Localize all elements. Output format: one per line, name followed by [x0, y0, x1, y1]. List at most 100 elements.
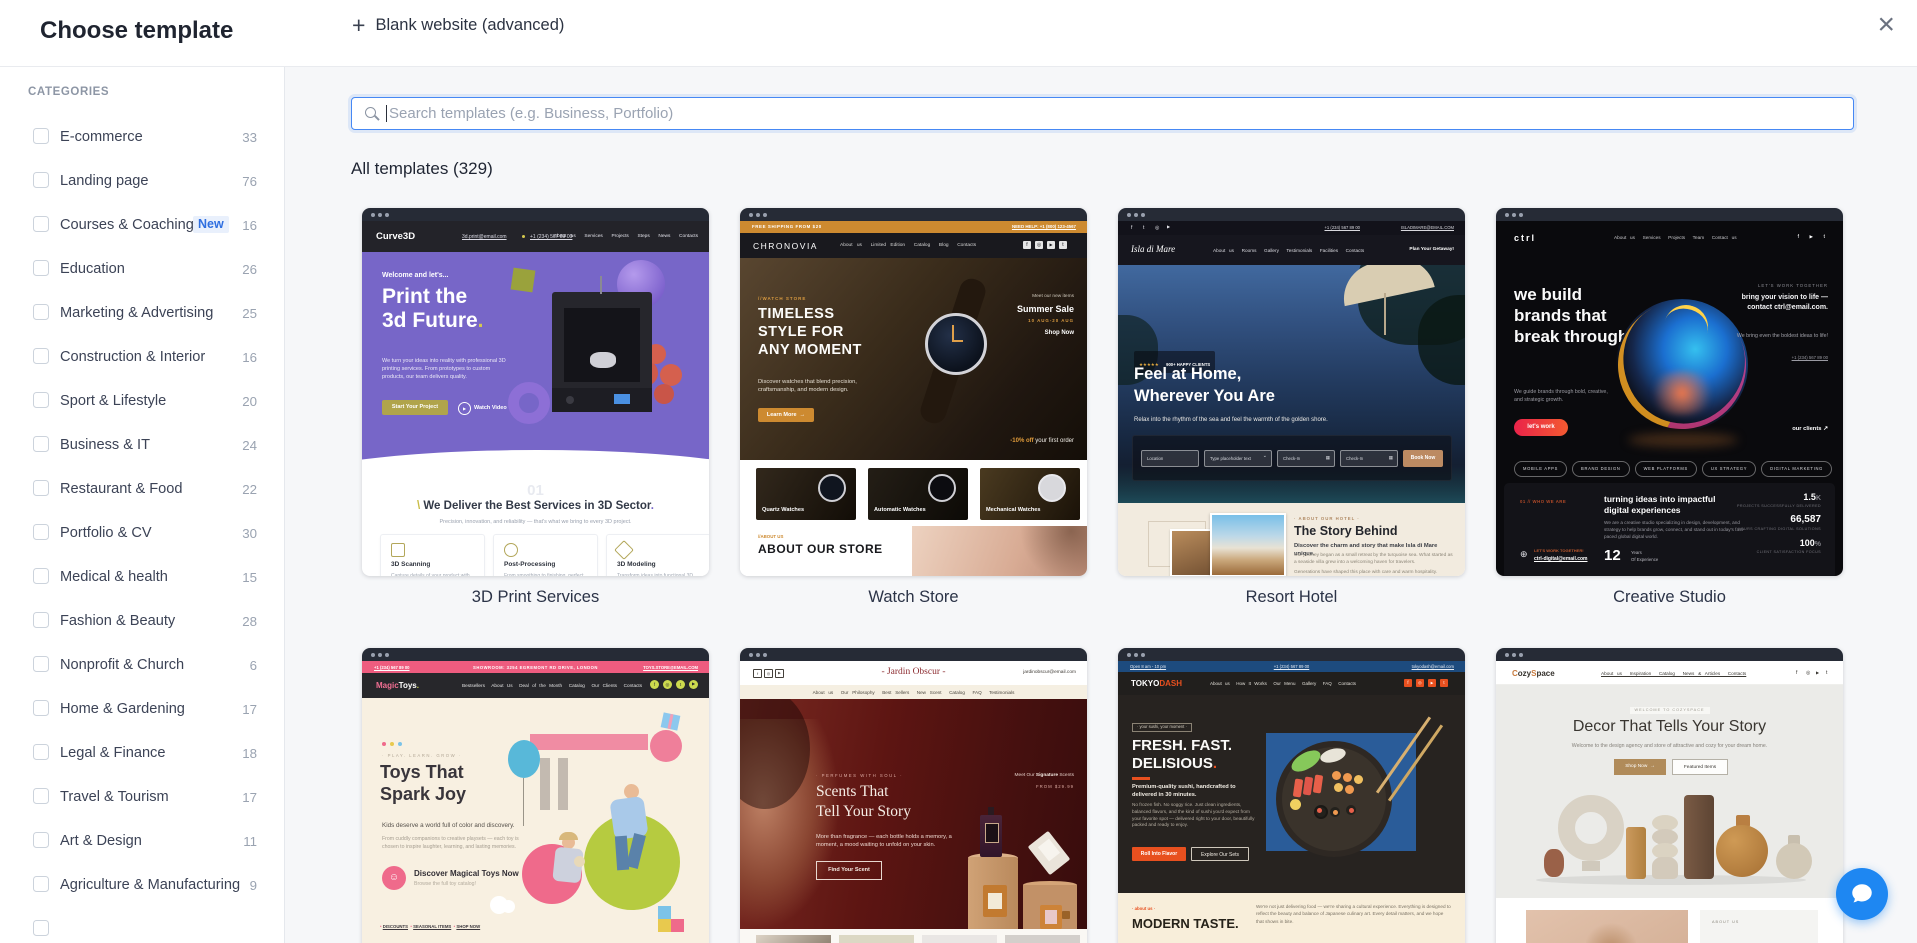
template-card-magictoys[interactable]: +1 (234) 567 89 00 SHOWROOM: 3254 EGREMO… — [362, 648, 709, 943]
categories-heading: CATEGORIES — [28, 86, 109, 100]
product-tile: Mechanical Watches — [980, 468, 1080, 520]
sidebar-item-fashion-beauty[interactable]: Fashion & Beauty28 — [0, 612, 284, 632]
about-kicker: //ABOUT US — [758, 534, 783, 539]
sidebar-item-education[interactable]: Education26 — [0, 260, 284, 280]
twitter-icon: t — [1826, 670, 1827, 676]
blank-website-button[interactable]: + Blank website (advanced) — [352, 14, 564, 37]
section-heading: \ We Deliver the Best Services in 3D Sec… — [362, 500, 709, 514]
browser-chrome — [740, 208, 1087, 221]
site-nav: About us Rooms Gallery Testimonials Faci… — [1213, 248, 1364, 254]
checkbox[interactable] — [33, 128, 49, 144]
site-header: TOKYODASH About us How It Works Our Menu… — [1118, 672, 1465, 695]
checkbox[interactable] — [33, 304, 49, 320]
close-icon[interactable]: × — [1877, 10, 1895, 40]
category-label: Fashion & Beauty — [60, 613, 175, 629]
site-logo: Curve3D — [376, 231, 415, 242]
facebook-icon: f — [1023, 241, 1031, 249]
template-card-tokyodash[interactable]: Open 8 am - 10 pm +1 (234) 567 89 00 tok… — [1118, 648, 1465, 943]
site-nav-strip: About us Our Philosophy Best Sellers New… — [740, 685, 1087, 699]
sidebar-item-nonprofit-church[interactable]: Nonprofit & Church6 — [0, 656, 284, 676]
years-label2: Of Experience — [1631, 557, 1658, 562]
sidebar-item-marketing-advertising[interactable]: Marketing & Advertising25 — [0, 304, 284, 324]
checkbox[interactable] — [33, 744, 49, 760]
template-card-cozyspace[interactable]: CozySpace About us Inspiration Catalog N… — [1496, 648, 1843, 943]
page-title: Choose template — [40, 17, 233, 46]
checkbox[interactable] — [33, 876, 49, 892]
hero-heading-line1: Toys That — [380, 762, 464, 784]
sidebar-item-ecommerce[interactable]: E-commerce33 — [0, 128, 284, 148]
checkbox[interactable] — [33, 656, 49, 672]
choose-template-dialog: Choose template + Blank website (advance… — [0, 0, 1917, 943]
category-label: Restaurant & Food — [60, 481, 183, 497]
checkbox[interactable] — [33, 612, 49, 628]
checkbox[interactable] — [33, 524, 49, 540]
sidebar-item-agriculture-manufacturing[interactable]: Agriculture & Manufacturing9 — [0, 876, 284, 896]
stat-2-value: 66,587 — [1790, 514, 1821, 526]
years-value: 12 — [1604, 547, 1621, 565]
sidebar-item-business-it[interactable]: Business & IT24 — [0, 436, 284, 456]
hero-body: More than fragrance — each bottle holds … — [816, 833, 958, 850]
hero-heading-line1: we build — [1514, 285, 1582, 305]
catalog-sub-label: Browse the full toy catalog! — [414, 881, 476, 887]
youtube-icon: ▶ — [1816, 670, 1819, 675]
hero-heading-line3: ANY MOMENT — [758, 342, 862, 359]
category-count: 18 — [242, 746, 257, 761]
discover-toys-label: Discover Magical Toys Now — [414, 869, 519, 879]
template-card-3d-print-services[interactable]: Curve3D 3d.print@email.com +1 (234) 567 … — [362, 208, 709, 576]
site-header: Isla di Mare About us Rooms Gallery Test… — [1118, 235, 1465, 265]
instagram-icon: ◎ — [663, 680, 672, 689]
sidebar-item-medical-health[interactable]: Medical & health15 — [0, 568, 284, 588]
sidebar-item-art-design[interactable]: Art & Design11 — [0, 832, 284, 852]
youtube-icon: ▶ — [1047, 241, 1055, 249]
category-count: 22 — [242, 482, 257, 497]
site-email-link: jardinobscur@email.com — [1023, 670, 1076, 676]
checkbox[interactable] — [33, 788, 49, 804]
template-card-watch-store[interactable]: FREE SHIPPING FROM $20 NEED HELP: +1 (80… — [740, 208, 1087, 576]
hero-heading-line2: brands that — [1514, 306, 1607, 326]
checkbox[interactable] — [33, 260, 49, 276]
checkbox[interactable] — [33, 436, 49, 452]
hero-kicker: · PERFUMES WITH SOUL · — [816, 773, 903, 778]
template-card-jardin-obscur[interactable]: f ◎ ▶ - Jardin Obscur - jardinobscur@ema… — [740, 648, 1087, 943]
checkbox[interactable] — [33, 392, 49, 408]
sidebar-item-landing-page[interactable]: Landing page76 — [0, 172, 284, 192]
checkbox[interactable] — [33, 920, 49, 936]
featured-items-button: Featured Items — [1672, 759, 1728, 775]
twitter-icon: t — [1143, 225, 1144, 231]
checkbox[interactable] — [33, 568, 49, 584]
category-label: Agriculture & Manufacturing — [60, 877, 240, 893]
sidebar-item-portfolio-cv[interactable]: Portfolio & CV30 — [0, 524, 284, 544]
stat-3-label: CLIENT SATISFACTION FOCUS — [1757, 550, 1821, 554]
youtube-icon: ▶ — [1428, 679, 1436, 687]
sidebar-item-legal-finance[interactable]: Legal & Finance18 — [0, 744, 284, 764]
chat-launcher-button[interactable] — [1836, 868, 1888, 920]
site-logo: Isla di Mare — [1131, 244, 1175, 255]
checkbox[interactable] — [33, 172, 49, 188]
dot-yellow — [390, 742, 394, 746]
search-input[interactable] — [352, 98, 1853, 129]
sidebar-item-sport-lifestyle[interactable]: Sport & Lifestyle20 — [0, 392, 284, 412]
site-nav: About us Services Projects Steps News Co… — [554, 234, 698, 240]
sidebar-item-partial[interactable] — [0, 920, 284, 940]
sidebar: CATEGORIES E-commerce33 Landing page76 C… — [0, 66, 285, 943]
sidebar-item-home-gardening[interactable]: Home & Gardening17 — [0, 700, 284, 720]
checkbox[interactable] — [33, 700, 49, 716]
checkbox[interactable] — [33, 480, 49, 496]
story-image-2 — [1210, 513, 1286, 576]
template-card-creative-studio[interactable]: ctrl About us Services Projects Team Con… — [1496, 208, 1843, 576]
lets-work-button: let's work — [1514, 419, 1568, 436]
about-image — [1526, 910, 1688, 943]
checkbox[interactable] — [33, 348, 49, 364]
template-card-resort-hotel[interactable]: f t ◎ ▶ +1 (234) 567 89 00 ISLADIMARE@EM… — [1118, 208, 1465, 576]
youtube-icon: ▶ — [1167, 225, 1170, 230]
template-name: Creative Studio — [1496, 588, 1843, 607]
sidebar-item-restaurant-food[interactable]: Restaurant & Food 22 — [0, 480, 284, 500]
sidebar-item-courses-coaching[interactable]: Courses & CoachingNew16 — [0, 216, 284, 236]
hero-lead: Premium-quality sushi, handcrafted to de… — [1132, 784, 1256, 800]
checkbox[interactable] — [33, 216, 49, 232]
checkbox[interactable] — [33, 832, 49, 848]
find-scent-button: Find Your Scent — [816, 861, 882, 880]
hero-section: //WATCH STORE TIMELESS STYLE FOR ANY MOM… — [740, 258, 1087, 460]
sidebar-item-travel-tourism[interactable]: Travel & Tourism17 — [0, 788, 284, 808]
sidebar-item-construction-interior[interactable]: Construction & Interior16 — [0, 348, 284, 368]
